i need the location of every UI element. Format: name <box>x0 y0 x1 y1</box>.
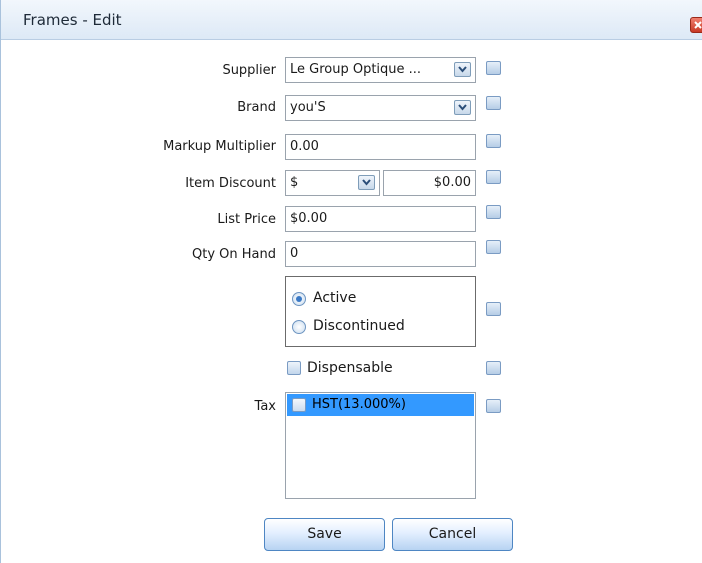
dispensable-checkbox[interactable] <box>287 361 301 375</box>
markup-input[interactable]: 0.00 <box>285 134 476 160</box>
list-price-flag-checkbox[interactable] <box>486 205 501 219</box>
dialog-title: Frames - Edit <box>23 11 122 29</box>
tax-listbox[interactable]: HST(13.000%) <box>285 392 476 499</box>
frames-edit-dialog: Frames - Edit Supplier Le Group Optique … <box>0 0 702 563</box>
cancel-button[interactable]: Cancel <box>392 518 513 551</box>
discontinued-label[interactable]: Discontinued <box>313 318 405 334</box>
list-price-input[interactable]: $0.00 <box>285 206 476 232</box>
chevron-down-icon[interactable] <box>358 175 375 190</box>
dispensable-flag-checkbox[interactable] <box>486 361 501 375</box>
discount-type-value: $ <box>290 175 299 190</box>
markup-label: Markup Multiplier <box>163 139 276 154</box>
brand-value: you'S <box>290 100 326 115</box>
discount-flag-checkbox[interactable] <box>486 170 501 184</box>
qty-label: Qty On Hand <box>192 247 276 262</box>
supplier-value: Le Group Optique ... <box>290 62 422 77</box>
hst-label[interactable]: HST(13.000%) <box>312 397 406 412</box>
qty-value: 0 <box>290 246 299 261</box>
qty-input[interactable]: 0 <box>285 241 476 267</box>
dispensable-label[interactable]: Dispensable <box>307 360 393 376</box>
supplier-label: Supplier <box>222 63 276 78</box>
list-price-label: List Price <box>217 212 276 227</box>
supplier-select[interactable]: Le Group Optique ... <box>285 57 476 83</box>
status-radio-group: Active Discontinued <box>285 276 476 347</box>
hst-checkbox[interactable] <box>292 398 306 412</box>
brand-flag-checkbox[interactable] <box>486 96 501 110</box>
tax-label: Tax <box>254 399 276 414</box>
chevron-down-icon[interactable] <box>454 100 471 115</box>
save-button[interactable]: Save <box>264 518 385 551</box>
qty-flag-checkbox[interactable] <box>486 240 501 254</box>
discount-amount-value: $0.00 <box>433 175 471 190</box>
active-radio[interactable] <box>292 292 306 306</box>
active-label[interactable]: Active <box>313 290 356 306</box>
markup-flag-checkbox[interactable] <box>486 134 501 148</box>
list-price-value: $0.00 <box>290 211 328 226</box>
discount-label: Item Discount <box>185 176 276 191</box>
discount-type-select[interactable]: $ <box>285 170 380 196</box>
tax-flag-checkbox[interactable] <box>486 399 501 413</box>
supplier-flag-checkbox[interactable] <box>486 61 501 75</box>
chevron-down-icon[interactable] <box>454 62 471 77</box>
discount-amount-input[interactable]: $0.00 <box>383 170 476 196</box>
list-item[interactable]: HST(13.000%) <box>287 394 474 416</box>
close-icon[interactable] <box>690 17 702 33</box>
markup-value: 0.00 <box>290 139 319 154</box>
discontinued-radio[interactable] <box>292 320 306 334</box>
status-flag-checkbox[interactable] <box>486 302 501 316</box>
brand-label: Brand <box>237 100 276 115</box>
title-bar[interactable]: Frames - Edit <box>1 0 702 40</box>
brand-select[interactable]: you'S <box>285 95 476 121</box>
